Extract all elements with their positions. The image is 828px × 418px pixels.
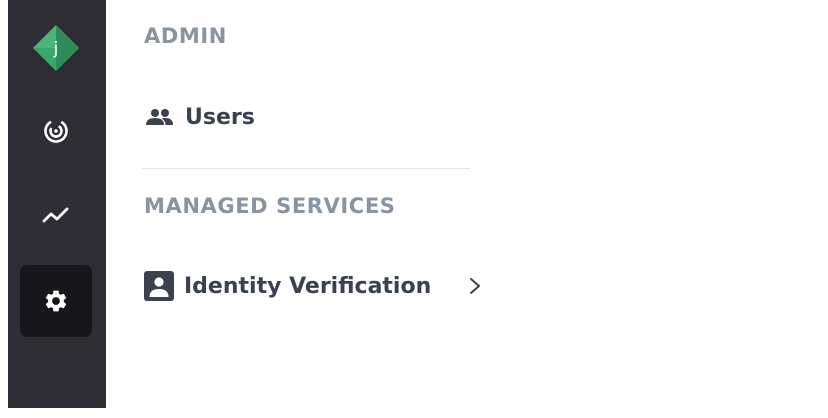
trend-chart-icon (42, 207, 69, 223)
section-title-managed-services: MANAGED SERVICES (144, 194, 396, 218)
gear-icon (45, 290, 67, 312)
sidebar-item-settings[interactable] (20, 265, 92, 337)
id-card-icon (144, 271, 174, 301)
chevron-right-icon[interactable] (469, 277, 481, 295)
diamond-logo-icon: j (33, 25, 79, 71)
sidebar-rail: j (8, 0, 106, 408)
app-window: j ADMIN Users MANAGED SERVICES Identity … (0, 0, 828, 418)
sidebar-item-radar[interactable] (20, 95, 92, 167)
menu-item-identity-verification[interactable]: Identity Verification (144, 271, 481, 301)
menu-item-identity-verification-label: Identity Verification (184, 273, 432, 299)
menu-item-users[interactable]: Users (144, 105, 255, 130)
menu-item-users-label: Users (185, 105, 255, 130)
logo-letter: j (53, 39, 59, 59)
section-title-admin: ADMIN (144, 24, 227, 48)
radar-icon (44, 119, 68, 143)
settings-menu: ADMIN Users MANAGED SERVICES Identity Ve… (106, 0, 828, 418)
section-divider (142, 168, 470, 169)
users-icon (144, 107, 175, 129)
sidebar-item-analytics[interactable] (20, 179, 92, 251)
app-logo[interactable]: j (33, 25, 79, 71)
